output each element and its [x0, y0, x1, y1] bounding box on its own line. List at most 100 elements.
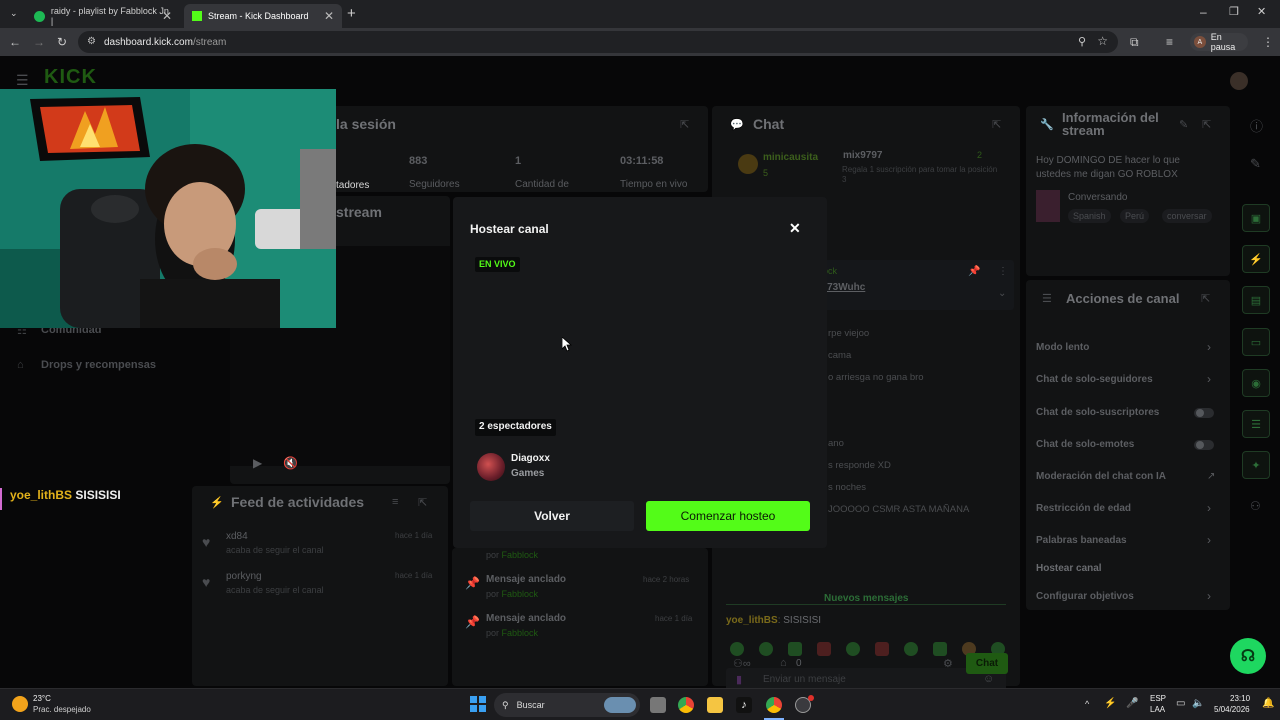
clock-time[interactable]: 23:10	[1230, 694, 1250, 703]
chevron-down-icon[interactable]: ⌄	[998, 288, 1006, 299]
filter-icon[interactable]: ≡	[392, 496, 398, 508]
microphone-icon[interactable]: 🎤	[1126, 698, 1138, 709]
support-chat-button[interactable]: ☊	[1230, 638, 1266, 674]
taskbar-search[interactable]: ⚲ Buscar	[494, 693, 640, 717]
notifications-icon[interactable]: 🔔	[1262, 698, 1274, 709]
emote-icon[interactable]	[817, 642, 831, 656]
new-tab-icon[interactable]: +	[347, 5, 356, 22]
pin-author[interactable]: Fabblock	[502, 550, 539, 560]
bookmark-star-icon[interactable]: ☆	[1097, 34, 1108, 48]
close-tab-icon[interactable]: ✕	[162, 9, 172, 23]
broadcast-icon[interactable]: ◉	[1242, 369, 1270, 397]
subs-only-toggle[interactable]	[1194, 408, 1214, 418]
gift-user-name[interactable]: mix9797	[843, 150, 882, 161]
hamburger-menu-icon[interactable]: ☰	[16, 72, 29, 89]
emote-icon[interactable]	[759, 642, 773, 656]
windows-start-icon[interactable]	[470, 696, 486, 712]
volume-icon[interactable]: 🔈	[1192, 698, 1204, 709]
new-messages-indicator[interactable]: Nuevos mensajes	[820, 593, 913, 604]
nav-item-drops[interactable]: Drops y recompensas	[41, 359, 156, 371]
action-banned-words[interactable]: Palabras baneadas ›	[1026, 531, 1230, 555]
channel-name[interactable]: Diagoxx	[511, 453, 550, 464]
lightning-icon[interactable]: ⚡	[1242, 245, 1270, 273]
feed-user[interactable]: xd84	[226, 531, 248, 542]
emote-icon[interactable]	[730, 642, 744, 656]
emote-icon[interactable]	[933, 642, 947, 656]
category-name[interactable]: Conversando	[1068, 192, 1127, 203]
forward-icon[interactable]: →	[33, 35, 45, 49]
language-top[interactable]: ESP	[1150, 694, 1166, 703]
clock-date[interactable]: 5/04/2026	[1214, 705, 1250, 714]
action-ai-moderation[interactable]: Moderación del chat con IA ↗	[1026, 467, 1230, 491]
emote-icon[interactable]	[846, 642, 860, 656]
emote-icon[interactable]	[904, 642, 918, 656]
pinned-user[interactable]: Z73Wuhc	[821, 282, 865, 293]
pin-icon[interactable]: 📌	[968, 266, 980, 277]
emote-icon[interactable]	[875, 642, 889, 656]
chrome-icon[interactable]	[678, 697, 694, 713]
reload-icon[interactable]: ↻	[57, 35, 67, 49]
more-options-icon[interactable]: ⋮	[998, 266, 1008, 277]
tab-list-chevron-icon[interactable]: ⌄	[10, 8, 18, 19]
pin-author[interactable]: Fabblock	[502, 589, 539, 599]
edit-icon[interactable]: ✎	[1250, 156, 1261, 172]
weather-sun-icon[interactable]	[12, 696, 28, 712]
start-hosting-button[interactable]: Comenzar hosteo	[646, 501, 810, 531]
chat-bubble-icon[interactable]: ▭	[1242, 328, 1270, 356]
top-gifter-name[interactable]: minicausita	[763, 152, 818, 163]
popout-icon[interactable]: ⇱	[418, 496, 427, 509]
language-bottom[interactable]: LAA	[1150, 705, 1165, 714]
kick-logo[interactable]: KICK	[44, 66, 97, 89]
popout-icon[interactable]: ⇱	[680, 118, 689, 131]
chat-username[interactable]: yoe_lithBS	[726, 615, 778, 626]
profile-button[interactable]: A En pausa	[1190, 32, 1248, 52]
users-icon[interactable]: ⚇∞	[733, 657, 751, 670]
tray-app-icon[interactable]: ⚡	[1104, 698, 1116, 709]
browser-menu-icon[interactable]: ⋮	[1262, 35, 1274, 49]
moderator-icon[interactable]: ⚇	[1250, 499, 1261, 513]
emoji-icon[interactable]: ☺	[983, 673, 994, 685]
tab-spotify[interactable]: raidy - playlist by Fabblock Jn | ✕	[26, 4, 180, 28]
site-info-icon[interactable]: ⚙	[87, 36, 96, 47]
popout-icon[interactable]: ⇱	[992, 118, 1001, 131]
action-followers-only[interactable]: Chat de solo-seguidores ›	[1026, 370, 1230, 394]
back-icon[interactable]: ←	[9, 35, 21, 49]
feed-user[interactable]: porkyng	[226, 571, 262, 582]
mute-icon[interactable]: 🔇	[283, 456, 298, 470]
action-goals[interactable]: Configurar objetivos ›	[1026, 587, 1230, 611]
document-icon[interactable]: ▤	[1242, 286, 1270, 314]
pin-author[interactable]: Fabblock	[502, 628, 539, 638]
tab-kick-dashboard[interactable]: Stream - Kick Dashboard ✕	[184, 4, 342, 28]
close-icon[interactable]: ✕	[789, 220, 801, 237]
action-host-channel[interactable]: Hostear canal	[1026, 559, 1230, 583]
play-icon[interactable]: ▶	[253, 456, 262, 470]
store-icon[interactable]: ⌂	[780, 657, 787, 669]
file-explorer-icon[interactable]	[707, 697, 723, 713]
media-control-icon[interactable]: ≡	[1166, 35, 1173, 49]
restore-window-icon[interactable]: ❐	[1229, 5, 1239, 18]
info-icon[interactable]: ⓘ	[1250, 116, 1263, 135]
popout-icon[interactable]: ⇱	[1201, 292, 1210, 305]
emotes-only-toggle[interactable]	[1194, 440, 1214, 450]
tray-chevron-icon[interactable]: ^	[1085, 699, 1089, 709]
address-bar[interactable]: ⚙ dashboard.kick.com/stream ⚲ ☆	[78, 31, 1118, 53]
task-view-icon[interactable]	[650, 697, 666, 713]
tiktok-icon[interactable]: ♪	[736, 697, 752, 713]
avatar[interactable]	[1230, 72, 1248, 90]
chat-send-button[interactable]: Chat	[966, 653, 1008, 674]
back-button[interactable]: Volver	[470, 501, 634, 531]
minimize-window-icon[interactable]: –	[1200, 5, 1207, 19]
close-tab-icon[interactable]: ✕	[324, 9, 334, 23]
settings-sliders-icon[interactable]: ☰	[1242, 410, 1270, 438]
popout-icon[interactable]: ⇱	[1202, 118, 1211, 131]
network-icon[interactable]: ▭	[1176, 698, 1185, 709]
chrome-active-icon[interactable]	[766, 697, 782, 713]
zoom-icon[interactable]: ⚲	[1078, 35, 1086, 48]
extensions-icon[interactable]: ⧉	[1130, 35, 1139, 50]
action-age-restriction[interactable]: Restricción de edad ›	[1026, 499, 1230, 523]
gear-icon[interactable]: ⚙	[943, 657, 953, 670]
wrench-icon[interactable]: ✦	[1242, 451, 1270, 479]
close-window-icon[interactable]: ✕	[1257, 5, 1266, 18]
sidebar-tool-icon[interactable]: ▣	[1242, 204, 1270, 232]
emote-icon[interactable]	[788, 642, 802, 656]
